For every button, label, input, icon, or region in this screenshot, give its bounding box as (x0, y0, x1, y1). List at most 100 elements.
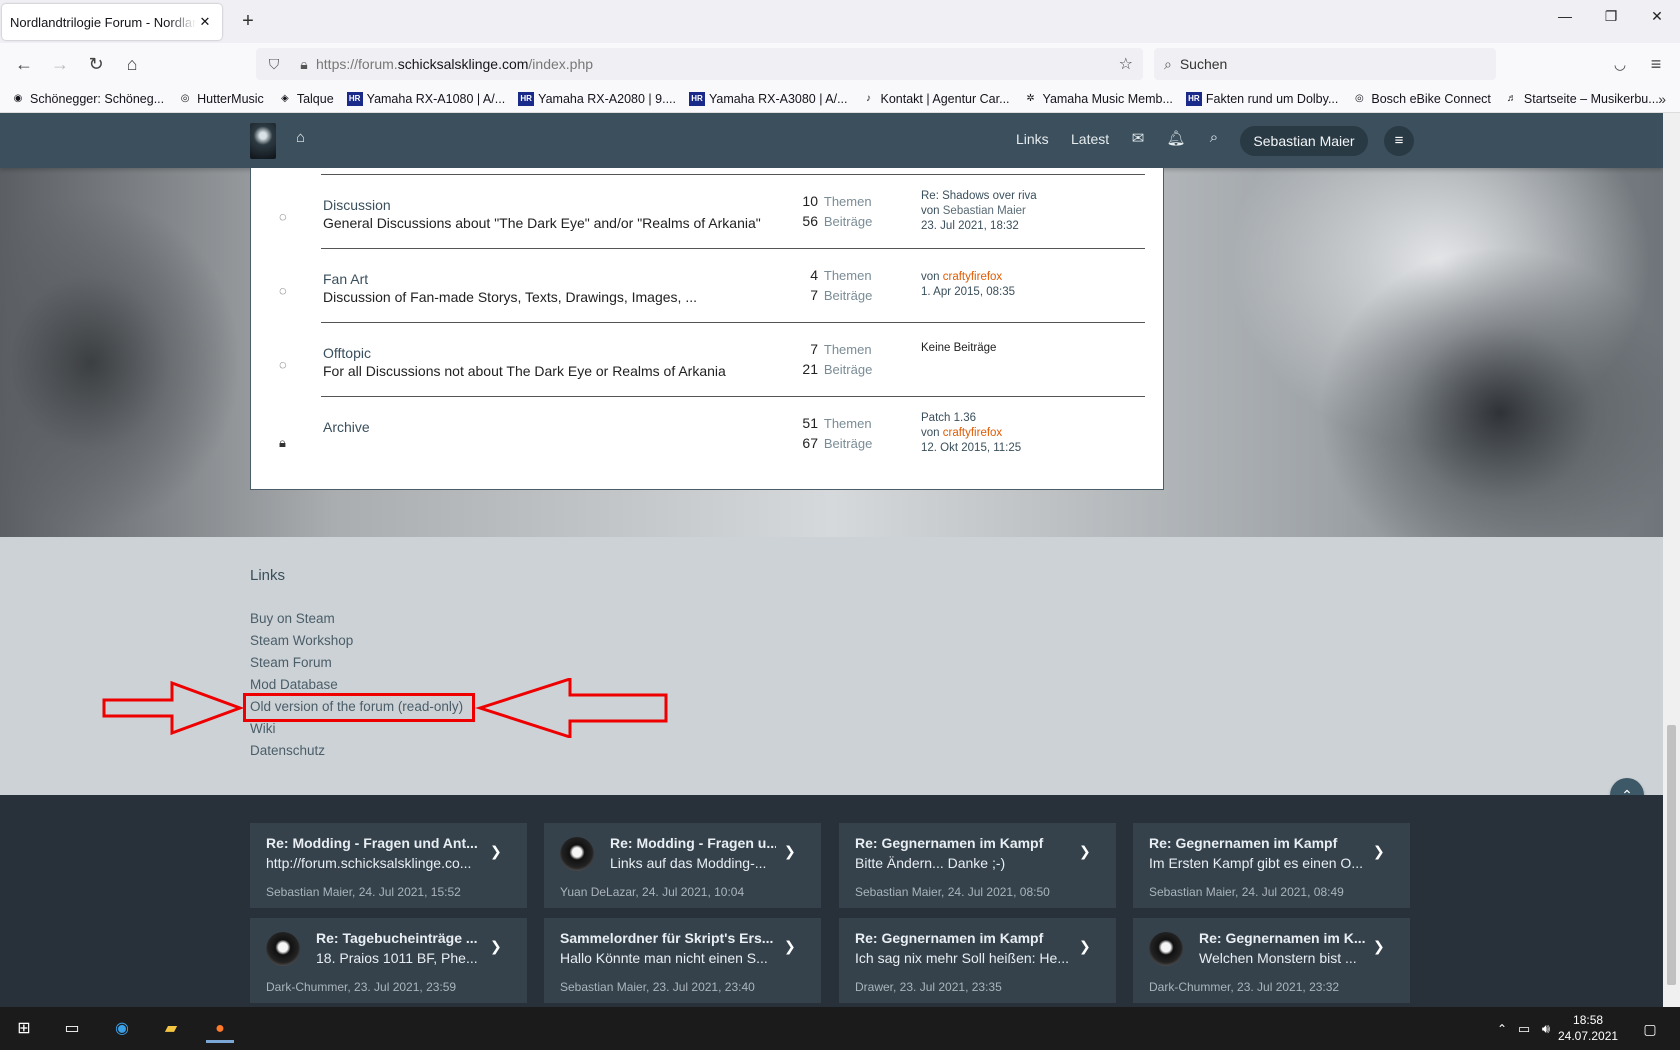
board-title[interactable]: Discussion (323, 197, 391, 213)
link-steam-workshop[interactable]: Steam Workshop (250, 630, 750, 652)
reload-icon[interactable]: ↻ (84, 52, 108, 76)
close-window-icon[interactable]: ✕ (1642, 8, 1672, 25)
latest-post-card[interactable]: Re: Gegnernamen im Kampf Im Ersten Kampf … (1133, 823, 1410, 908)
board-description: For all Discussions not about The Dark E… (323, 363, 726, 379)
volume-icon[interactable]: 🔊︎ (1532, 1015, 1560, 1043)
chevron-right-icon: ❯ (490, 938, 502, 954)
last-post-user[interactable]: craftyfirefox (943, 427, 1002, 439)
last-post-date: 23. Jul 2021, 18:32 (921, 220, 1019, 232)
latest-post-card[interactable]: Sammelordner für Skript's Ers... Hallo Kö… (544, 918, 821, 1003)
nav-links[interactable]: Links (1016, 131, 1049, 147)
bookmark-label: Yamaha Music Memb... (1042, 91, 1173, 106)
hamburger-menu-icon[interactable]: ≡ (1384, 126, 1414, 156)
posts-count: 56 Beiträge (781, 213, 873, 229)
scrollbar-thumb[interactable] (1667, 725, 1676, 985)
forward-icon[interactable]: → (48, 52, 72, 76)
annotation-arrow-right (475, 678, 668, 738)
envelope-icon[interactable]: ✉ (1128, 129, 1148, 147)
last-post-title[interactable]: Keine Beiträge (921, 341, 1151, 356)
search-field[interactable]: ⌕ Suchen (1154, 48, 1496, 80)
latest-post-card[interactable]: Re: Tagebucheinträge ... 18. Praios 1011 … (250, 918, 527, 1003)
topics-label: Themen (823, 194, 872, 209)
home-icon[interactable]: ⌂ (296, 129, 314, 147)
home-icon[interactable]: ⌂ (120, 52, 144, 76)
topics-label: Themen (823, 342, 872, 357)
last-post-user[interactable]: craftyfirefox (943, 271, 1002, 283)
url-domain: schicksalsklinge.com (397, 56, 529, 72)
board-title[interactable]: Offtopic (323, 345, 371, 361)
last-post-title[interactable]: Patch 1.36 (921, 411, 1151, 426)
posts-label: Beiträge (823, 288, 873, 303)
lock-icon[interactable]: 🔒︎ (292, 56, 316, 73)
post-title: Re: Modding - Fragen u... (610, 835, 776, 851)
site-logo[interactable] (250, 123, 276, 159)
latest-post-card[interactable]: Re: Gegnernamen im Kampf Bitte Ändern... … (839, 823, 1116, 908)
bell-icon[interactable]: 🔔︎ (1166, 129, 1186, 147)
bookmark-item[interactable]: ◈ Talque (277, 92, 334, 106)
web-page: ⌂ Links Latest ✉ 🔔︎ ⌕ Sebastian Maier ≡ … (0, 113, 1663, 1007)
globe-icon: ◎ (1355, 93, 1364, 104)
last-post-user[interactable]: Sebastian Maier (943, 205, 1026, 217)
topics-value: 7 (810, 341, 818, 357)
bookmark-item[interactable]: HR Yamaha RX-A1080 | A/... (346, 91, 505, 106)
board-title[interactable]: Fan Art (323, 271, 368, 287)
bookmark-item[interactable]: ♬ Startseite – Musikerbu... (1504, 92, 1659, 106)
bookmark-label: Kontakt | Agentur Car... (880, 91, 1010, 106)
bookmark-item[interactable]: ♪ Kontakt | Agentur Car... (861, 92, 1010, 106)
link-steam-forum[interactable]: Steam Forum (250, 652, 750, 674)
latest-post-card[interactable]: Re: Modding - Fragen und Ant... http://fo… (250, 823, 527, 908)
browser-tab[interactable]: Nordlandtrilogie Forum - Nordlandtrilogi… (2, 4, 222, 40)
clock-time: 18:58 (1573, 1013, 1604, 1027)
posts-value: 56 (802, 213, 818, 229)
app-menu-icon[interactable]: ≡ (1644, 52, 1668, 76)
shield-icon[interactable]: ⛉ (256, 56, 292, 73)
latest-post-card[interactable]: Re: Gegnernamen im Kampf Ich sag nix mehr… (839, 918, 1116, 1003)
windows-start-icon[interactable]: ⊞ (10, 1015, 38, 1043)
bookmarks-overflow-icon[interactable]: » (1658, 91, 1666, 107)
user-menu-button[interactable]: Sebastian Maier (1240, 126, 1368, 156)
post-snippet: Hallo Könnte man nicht einen S... (560, 950, 768, 966)
search-icon: ⌕ (1164, 55, 1172, 72)
minimize-icon[interactable]: — (1550, 8, 1580, 24)
last-post-by: von (921, 205, 940, 217)
avatar (560, 837, 594, 871)
posts-count: 7 Beiträge (781, 287, 873, 303)
hr-icon: HR (1185, 91, 1202, 106)
bookmark-item[interactable]: ✲ Yamaha Music Memb... (1023, 92, 1173, 106)
avatar (1149, 932, 1183, 966)
url-bar[interactable]: ⛉ 🔒︎ https://forum. schicksalsklinge.com /… (256, 48, 1143, 80)
notifications-icon[interactable]: ▢ (1636, 1015, 1664, 1043)
last-post-title[interactable]: Re: Shadows over riva (921, 189, 1151, 204)
talque-icon: ◈ (280, 93, 289, 104)
last-post-by: von (921, 427, 940, 439)
bookmark-item[interactable]: ◎ Bosch eBike Connect (1351, 92, 1491, 106)
system-clock[interactable]: 18:58 24.07.2021 (1558, 1012, 1618, 1044)
board-row: ◌ Fan Art Discussion of Fan-made Storys, T… (279, 248, 1145, 326)
nav-latest[interactable]: Latest (1071, 131, 1109, 147)
board-title[interactable]: Archive (323, 419, 370, 435)
bookmark-item[interactable]: HR Yamaha RX-A3080 | A/... (688, 91, 848, 106)
latest-post-card[interactable]: Re: Modding - Fragen u... Links auf das M… (544, 823, 821, 908)
bookmark-star-icon[interactable]: ☆ (1119, 54, 1133, 74)
back-icon[interactable]: ← (12, 52, 36, 76)
restore-icon[interactable]: ❐ (1596, 8, 1626, 25)
link-buy-on-steam[interactable]: Buy on Steam (250, 608, 750, 630)
bookmark-item[interactable]: HR Fakten rund um Dolby... (1185, 91, 1338, 106)
search-icon[interactable]: ⌕ (1204, 129, 1224, 146)
firefox-icon[interactable]: ● (206, 1015, 234, 1043)
bookmark-item[interactable]: ◎ HutterMusic (177, 92, 264, 106)
pocket-icon[interactable]: ◡ (1608, 52, 1632, 76)
record-icon: ◉ (13, 93, 23, 104)
post-title: Re: Gegnernamen im Kampf (855, 835, 1044, 851)
link-datenschutz[interactable]: Datenschutz (250, 740, 750, 762)
tab-close-icon[interactable]: ✕ (196, 14, 214, 30)
file-explorer-icon[interactable]: ▰ (157, 1015, 185, 1043)
latest-post-card[interactable]: Re: Gegnernamen im K... Welchen Monstern … (1133, 918, 1410, 1003)
edge-icon[interactable]: ◉ (108, 1015, 136, 1043)
bookmark-item[interactable]: ◉ Schönegger: Schöneg... (10, 92, 165, 106)
new-tab-button[interactable]: + (236, 10, 260, 33)
page-scrollbar[interactable] (1663, 113, 1680, 1007)
bookmark-item[interactable]: HR Yamaha RX-A2080 | 9.... (518, 91, 676, 106)
task-view-icon[interactable]: ▭ (58, 1015, 86, 1043)
post-snippet: Bitte Ändern... Danke ;-) (855, 855, 1006, 871)
